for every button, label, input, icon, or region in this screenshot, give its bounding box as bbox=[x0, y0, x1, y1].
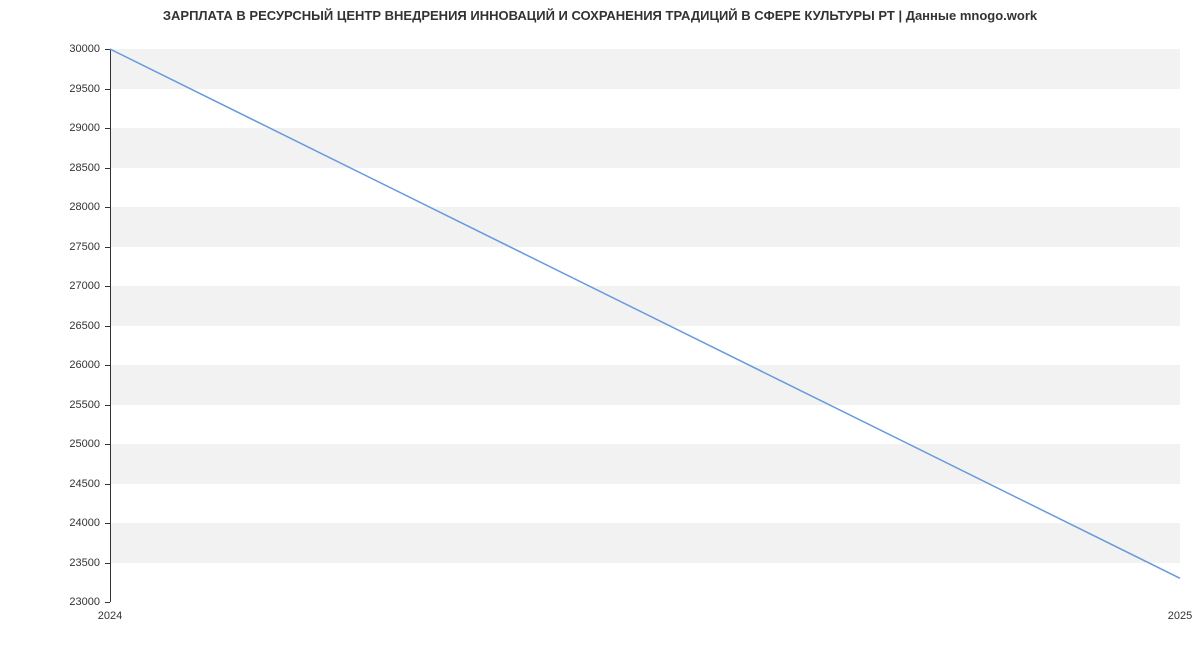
plot-area: 30000 29500 29000 28500 28000 27500 2700… bbox=[110, 49, 1180, 602]
y-tick-label: 27500 bbox=[69, 241, 100, 253]
y-tick bbox=[105, 602, 110, 603]
y-tick-label: 23500 bbox=[69, 557, 100, 569]
y-tick-label: 24500 bbox=[69, 478, 100, 490]
y-tick-label: 25000 bbox=[69, 438, 100, 450]
x-tick-label: 2025 bbox=[1168, 610, 1192, 622]
y-tick-label: 26000 bbox=[69, 359, 100, 371]
y-tick-label: 27000 bbox=[69, 280, 100, 292]
y-tick-label: 29000 bbox=[69, 122, 100, 134]
y-tick-label: 30000 bbox=[69, 43, 100, 55]
x-tick-label: 2024 bbox=[98, 610, 122, 622]
y-tick-label: 28500 bbox=[69, 162, 100, 174]
y-tick-label: 25500 bbox=[69, 399, 100, 411]
y-tick-label: 29500 bbox=[69, 83, 100, 95]
y-tick-label: 23000 bbox=[69, 596, 100, 608]
data-line bbox=[110, 49, 1180, 602]
y-tick-label: 26500 bbox=[69, 320, 100, 332]
y-tick-label: 24000 bbox=[69, 517, 100, 529]
y-tick-label: 28000 bbox=[69, 201, 100, 213]
chart-title: ЗАРПЛАТА В РЕСУРСНЫЙ ЦЕНТР ВНЕДРЕНИЯ ИНН… bbox=[0, 8, 1200, 23]
